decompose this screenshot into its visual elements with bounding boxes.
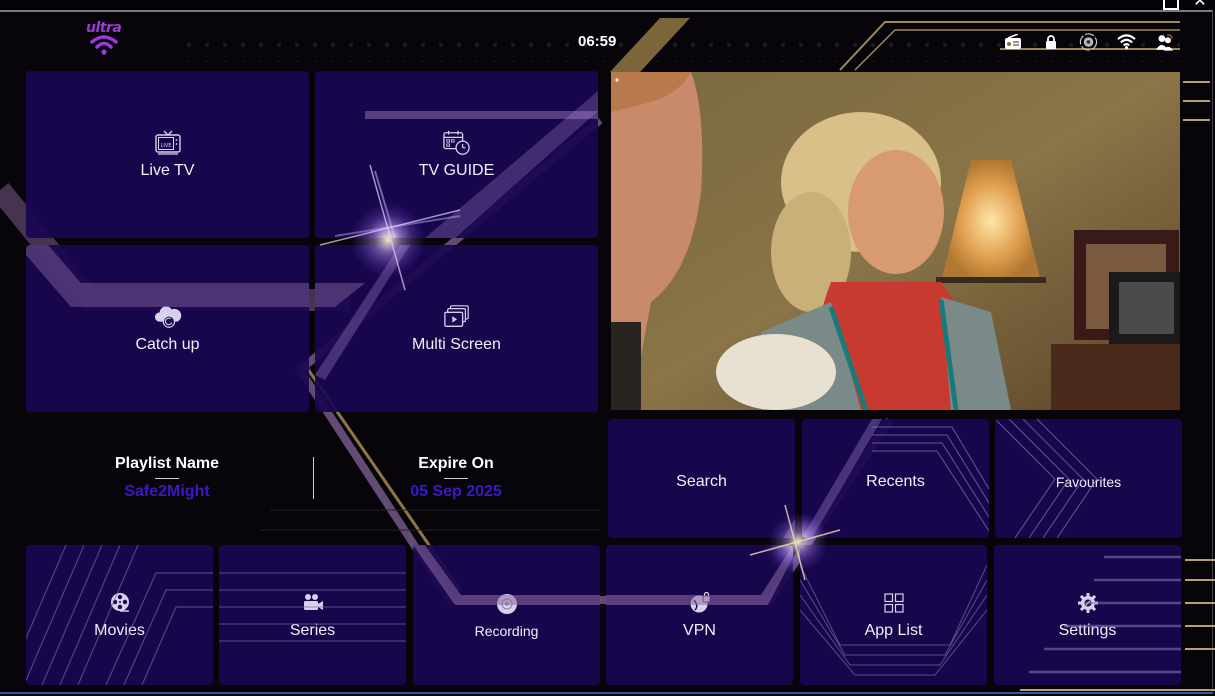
clock: 06:59 bbox=[578, 33, 617, 50]
separator bbox=[444, 478, 468, 479]
tile-label: Catch up bbox=[135, 335, 200, 353]
wifi-icon[interactable] bbox=[1117, 32, 1136, 51]
playlist-name-label: Playlist Name bbox=[114, 455, 220, 472]
tile-label: App List bbox=[864, 622, 923, 639]
tile-label: Search bbox=[676, 472, 727, 490]
close-button[interactable]: ✕ bbox=[1191, 0, 1209, 10]
user-switch-icon[interactable] bbox=[1155, 32, 1174, 51]
tile-multi-screen[interactable]: Multi Screen bbox=[315, 245, 598, 412]
app-logo: ultra bbox=[86, 20, 122, 56]
tile-label: Multi Screen bbox=[412, 335, 501, 353]
logo-wifi-icon bbox=[89, 35, 118, 55]
logo-text: ultra bbox=[86, 20, 122, 36]
live-tv-icon: LIVE bbox=[154, 130, 182, 156]
multi-screen-icon bbox=[443, 304, 471, 330]
radio-icon[interactable] bbox=[1003, 32, 1022, 51]
playlist-info: Playlist Name Safe2Might bbox=[77, 455, 257, 501]
cloud-replay-icon bbox=[154, 304, 182, 330]
vpn-lock-icon bbox=[686, 590, 714, 616]
maximize-button[interactable] bbox=[1163, 0, 1179, 10]
tile-label: Favourites bbox=[1055, 473, 1122, 490]
expiry-info: Expire On 05 Sep 2025 bbox=[366, 455, 546, 501]
settings-sync-icon[interactable] bbox=[1079, 32, 1098, 51]
window-controls: ✕ bbox=[1163, 0, 1209, 10]
gear-wrench-icon bbox=[1074, 590, 1102, 616]
playlist-name-value: Safe2Might bbox=[124, 483, 210, 500]
tile-label: Recents bbox=[866, 472, 925, 490]
video-preview-player[interactable] bbox=[611, 72, 1180, 410]
tile-series[interactable]: Series bbox=[219, 545, 406, 685]
svg-text:LIVE: LIVE bbox=[160, 143, 171, 149]
expire-on-label: Expire On bbox=[418, 455, 494, 472]
tile-label: Recording bbox=[474, 623, 539, 639]
tile-vpn[interactable]: VPN bbox=[606, 545, 793, 685]
tile-recording[interactable]: Recording bbox=[413, 545, 600, 685]
grid-icon bbox=[880, 590, 908, 616]
tile-live-tv[interactable]: LIVE Live TV bbox=[26, 71, 309, 238]
separator bbox=[155, 478, 179, 479]
tile-tv-guide[interactable]: TV GUIDE bbox=[315, 71, 598, 238]
lock-icon[interactable] bbox=[1041, 32, 1060, 51]
tile-label: Settings bbox=[1058, 622, 1117, 639]
video-frame bbox=[611, 72, 1180, 410]
tile-recents[interactable]: Recents bbox=[802, 419, 989, 538]
tile-catch-up[interactable]: Catch up bbox=[26, 245, 309, 412]
tile-label: Movies bbox=[94, 622, 145, 639]
tile-label: TV GUIDE bbox=[418, 161, 495, 179]
calendar-clock-icon bbox=[442, 130, 471, 156]
info-divider bbox=[313, 457, 314, 499]
tile-favourites[interactable]: Favourites bbox=[995, 419, 1182, 538]
film-reel-icon bbox=[106, 590, 134, 616]
tile-movies[interactable]: Movies bbox=[26, 545, 213, 685]
expire-on-value: 05 Sep 2025 bbox=[410, 483, 502, 500]
disc-icon bbox=[493, 591, 521, 617]
tile-label: Series bbox=[289, 622, 336, 639]
video-camera-icon bbox=[299, 590, 327, 616]
tile-search[interactable]: Search bbox=[608, 419, 795, 538]
tile-settings[interactable]: Settings bbox=[994, 545, 1181, 685]
tile-app-list[interactable]: App List bbox=[800, 545, 987, 685]
status-bar bbox=[1003, 32, 1174, 51]
tile-label: Live TV bbox=[140, 161, 195, 179]
tile-label: VPN bbox=[683, 622, 716, 639]
